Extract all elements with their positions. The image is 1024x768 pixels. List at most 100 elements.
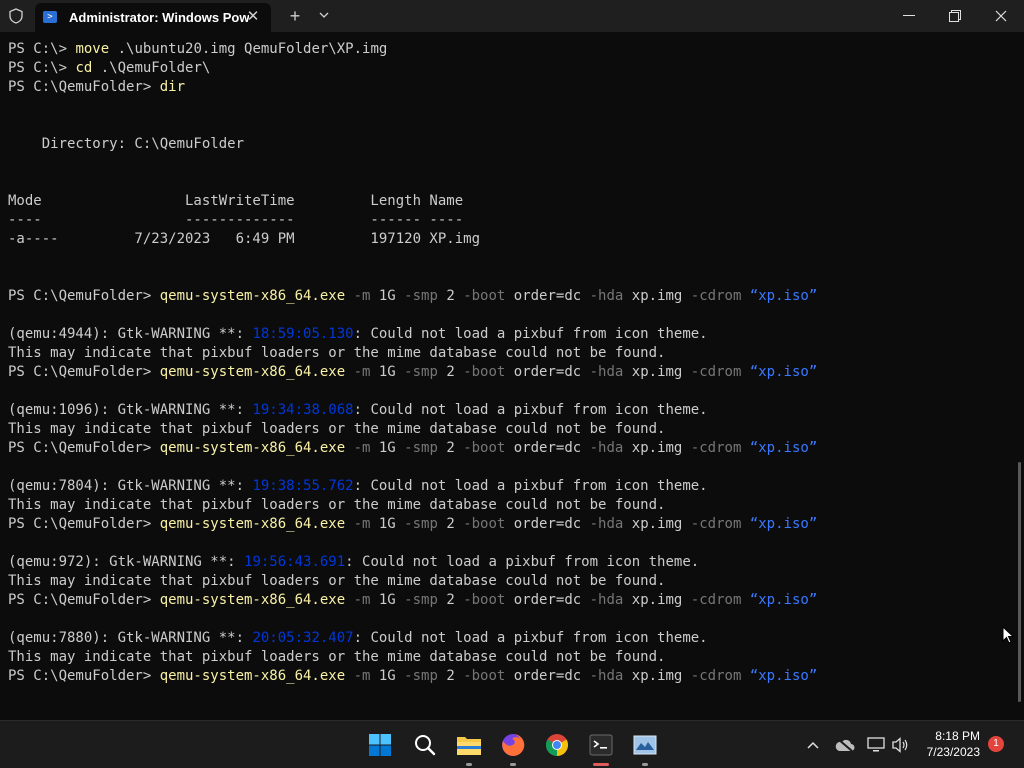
terminal-token-text: : Could not load a pixbuf from icon them… [353, 478, 708, 494]
terminal-line: PS C:\QemuFolder> qemu-system-x86_64.exe… [8, 591, 817, 610]
terminal-token-text: .\QemuFolder\ [92, 60, 211, 76]
terminal-token-text: xp.img [623, 440, 683, 456]
terminal-token-parameter: -m [345, 516, 371, 532]
terminal-line: ---- ------------- ------ ---- [8, 211, 463, 230]
onedrive-icon[interactable] [835, 735, 855, 755]
notification-badge[interactable]: 1 [988, 736, 1004, 752]
scrollbar-thumb[interactable] [1018, 462, 1021, 702]
terminal-token-text: 1G [370, 516, 396, 532]
volume-icon[interactable] [890, 735, 910, 755]
clock[interactable]: 8:18 PM 7/23/2023 [912, 728, 980, 760]
terminal-token-string: “xp.iso” [741, 440, 818, 456]
firefox-icon[interactable] [499, 731, 527, 766]
clock-date: 7/23/2023 [926, 745, 980, 759]
terminal-token-text: : Could not load a pixbuf from icon them… [353, 630, 708, 646]
terminal-line: (qemu:7804): Gtk-WARNING **: 19:38:55.76… [8, 477, 708, 496]
terminal-line: PS C:\QemuFolder> dir [8, 78, 185, 97]
terminal-token-string: “xp.iso” [741, 288, 818, 304]
search-icon[interactable] [411, 731, 439, 759]
terminal-token-text: Mode LastWriteTime Length Name [8, 193, 464, 209]
terminal-token-parameter: -boot [454, 440, 506, 456]
terminal-token-text: (qemu:972): Gtk-WARNING **: [8, 554, 245, 570]
terminal-token-text: 2 [437, 440, 455, 456]
terminal-token-string: “xp.iso” [741, 516, 818, 532]
terminal-token-text: order=dc [505, 364, 582, 380]
terminal-token-text: xp.img [623, 364, 683, 380]
terminal-token-text: 1G [370, 288, 396, 304]
terminal-token-text: .\ubuntu20.img QemuFolder\XP.img [109, 41, 388, 57]
terminal-token-text: : Could not load a pixbuf from icon them… [353, 402, 708, 418]
minimize-button[interactable] [886, 0, 932, 32]
terminal-line: This may indicate that pixbuf loaders or… [8, 572, 665, 591]
terminal-line: This may indicate that pixbuf loaders or… [8, 344, 665, 363]
terminal-token-text: xp.img [623, 516, 683, 532]
running-indicator [466, 763, 472, 766]
running-indicator [510, 763, 516, 766]
maximize-button[interactable] [932, 0, 978, 32]
terminal-token-string: “xp.iso” [741, 668, 818, 684]
terminal-token-text: order=dc [505, 668, 582, 684]
scrollbar[interactable] [1016, 32, 1024, 720]
terminal-token-parameter: -smp [395, 516, 438, 532]
terminal-token-text: order=dc [505, 288, 582, 304]
close-tab-icon[interactable]: ✕ [244, 8, 262, 26]
network-icon[interactable] [866, 735, 886, 755]
terminal-token-text: xp.img [623, 668, 683, 684]
terminal-icon[interactable] [587, 731, 615, 766]
terminal-token-text: 1G [370, 592, 396, 608]
windows-logo-icon[interactable] [366, 731, 394, 759]
terminal-token-text: 2 [437, 668, 455, 684]
terminal-token-parameter: -cdrom [682, 364, 742, 380]
terminal-token-parameter: -boot [454, 288, 506, 304]
terminal-token-text: This may indicate that pixbuf loaders or… [8, 573, 666, 589]
terminal-token-parameter: -m [345, 288, 371, 304]
qemu-icon[interactable] [631, 731, 659, 766]
terminal-token-text: This may indicate that pixbuf loaders or… [8, 345, 666, 361]
terminal-token-text: order=dc [505, 592, 582, 608]
tab-title: Administrator: Windows PowerShell [69, 10, 249, 25]
new-tab-button[interactable]: + [286, 7, 304, 25]
terminal-token-parameter: -cdrom [682, 592, 742, 608]
title-bar: > Administrator: Windows PowerShell ✕ + [0, 0, 1024, 32]
chevron-down-icon[interactable] [316, 7, 332, 25]
terminal-token-parameter: -cdrom [682, 288, 742, 304]
terminal-token-parameter: -boot [454, 668, 506, 684]
terminal-token-text: 1G [370, 440, 396, 456]
terminal-token-command: qemu-system-x86_64.exe [159, 516, 346, 532]
terminal-token-parameter: -cdrom [682, 516, 742, 532]
terminal-line: PS C:\QemuFolder> qemu-system-x86_64.exe… [8, 439, 817, 458]
powershell-icon: > [43, 11, 57, 23]
terminal-token-command: qemu-system-x86_64.exe [159, 668, 346, 684]
terminal-token-text: (qemu:4944): Gtk-WARNING **: [8, 326, 253, 342]
terminal-token-text: PS C:\QemuFolder> [8, 440, 160, 456]
tab-powershell[interactable]: > Administrator: Windows PowerShell ✕ [35, 3, 271, 32]
terminal-line: (qemu:1096): Gtk-WARNING **: 19:34:38.06… [8, 401, 708, 420]
mouse-cursor-icon [1002, 625, 1015, 649]
terminal-token-string: “xp.iso” [741, 592, 818, 608]
terminal-token-parameter: -m [345, 668, 371, 684]
terminal-token-parameter: -boot [454, 364, 506, 380]
terminal-line: Directory: C:\QemuFolder [8, 135, 244, 154]
terminal-token-text: -a---- 7/23/2023 6:49 PM 197120 XP.img [8, 231, 481, 247]
terminal-token-parameter: -smp [395, 440, 438, 456]
terminal-token-timestamp: 19:56:43.691 [244, 554, 346, 570]
terminal-line: PS C:\> cd .\QemuFolder\ [8, 59, 210, 78]
terminal-output[interactable]: PS C:\> move .\ubuntu20.img QemuFolder\X… [0, 32, 1016, 720]
folder-icon[interactable] [455, 731, 483, 766]
terminal-token-text: This may indicate that pixbuf loaders or… [8, 421, 666, 437]
chrome-icon[interactable] [543, 731, 571, 759]
close-window-button[interactable] [978, 0, 1024, 32]
terminal-token-text: PS C:\QemuFolder> [8, 592, 160, 608]
terminal-token-command: dir [159, 79, 186, 95]
terminal-token-command: move [75, 41, 110, 57]
terminal-line: -a---- 7/23/2023 6:49 PM 197120 XP.img [8, 230, 480, 249]
terminal-token-parameter: -smp [395, 288, 438, 304]
chevron-up-icon[interactable] [803, 735, 823, 755]
terminal-line: This may indicate that pixbuf loaders or… [8, 420, 665, 439]
terminal-token-command: qemu-system-x86_64.exe [159, 364, 346, 380]
terminal-token-parameter: -cdrom [682, 668, 742, 684]
terminal-line: This may indicate that pixbuf loaders or… [8, 648, 665, 667]
terminal-line: (qemu:4944): Gtk-WARNING **: 18:59:05.13… [8, 325, 708, 344]
terminal-token-parameter: -hda [581, 668, 624, 684]
terminal-token-text: order=dc [505, 440, 582, 456]
